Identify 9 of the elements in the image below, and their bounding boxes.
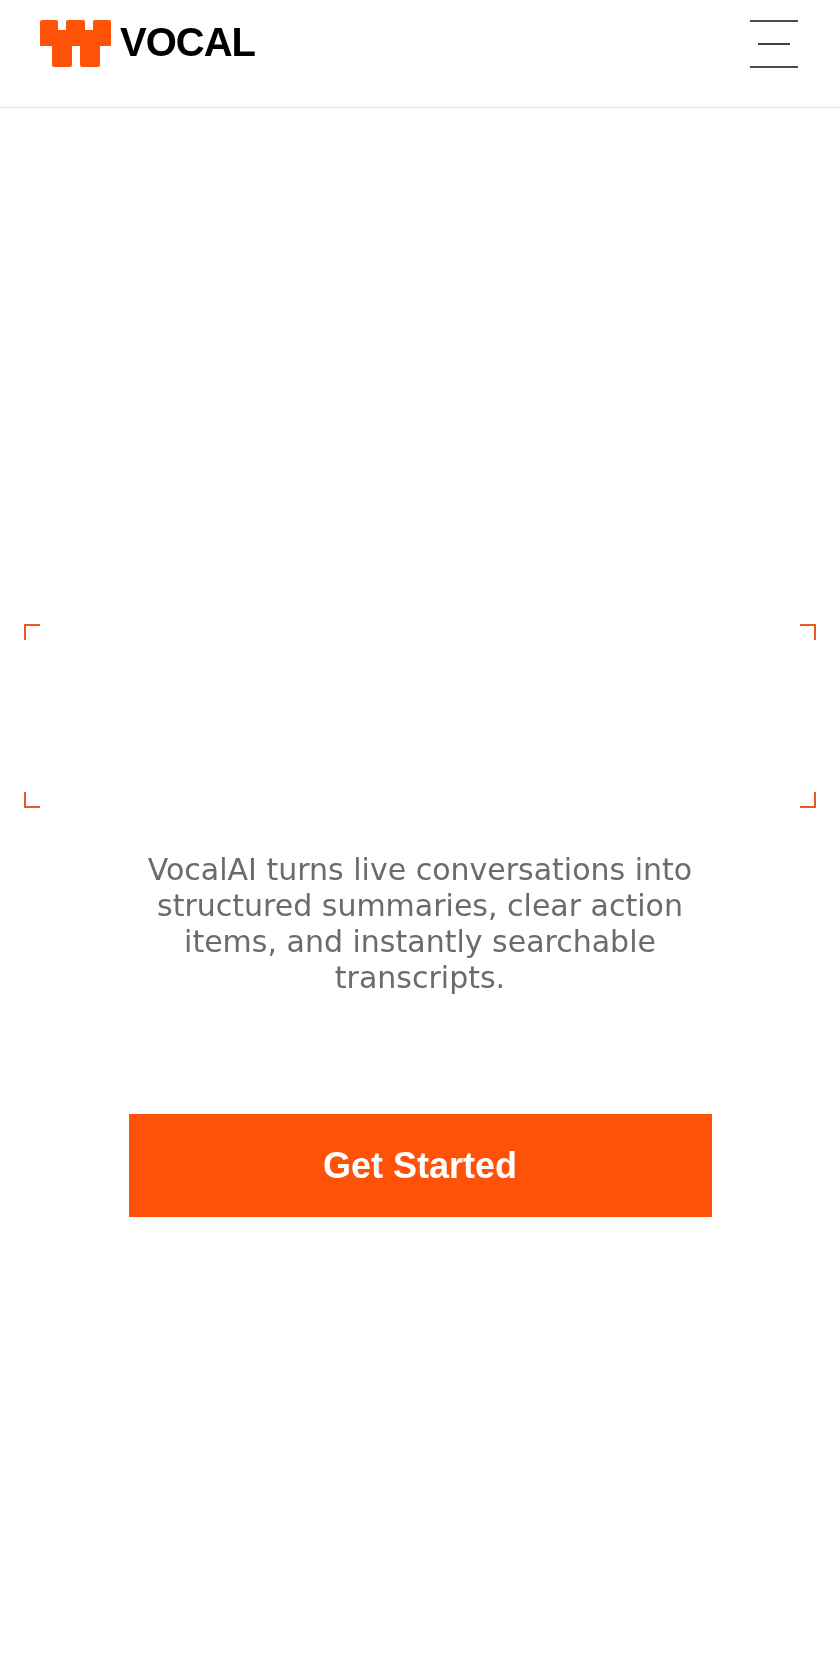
corner-bracket-icon [800,624,816,640]
corner-bracket-icon [24,624,40,640]
corner-bracket-icon [800,792,816,808]
logo-icon [40,20,111,67]
hero-description: VocalAI turns live conversations into structured summaries, clear action items, and instantly searchable transcripts. [146,852,694,996]
logo-text[interactable]: VOCAL [120,22,255,62]
corner-bracket-icon [24,792,40,808]
menu-icon [750,20,798,68]
menu-button[interactable] [750,20,798,68]
